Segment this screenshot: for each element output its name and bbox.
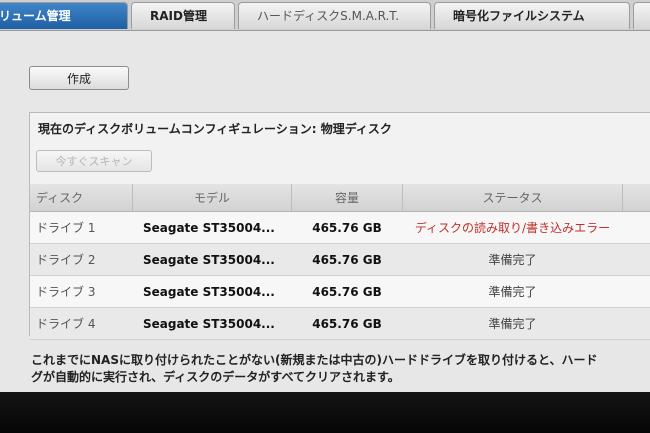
tab-label: ハードディスクS.M.A.R.T. bbox=[257, 9, 400, 23]
cell-status: 準備完了 bbox=[402, 275, 623, 308]
column-header-capacity[interactable]: 容量 bbox=[291, 184, 404, 212]
tab-label: RAID管理 bbox=[150, 9, 207, 23]
table-header-row: ディスク モデル 容量 ステータス bbox=[30, 184, 650, 212]
disk-table: ディスク モデル 容量 ステータス ドライブ 1 Seagate ST35004… bbox=[30, 184, 650, 340]
cell-disk: ドライブ 4 bbox=[30, 307, 133, 340]
cell-disk: ドライブ 1 bbox=[30, 211, 133, 244]
table-row[interactable]: ドライブ 4 Seagate ST35004... 465.76 GB 準備完了 bbox=[30, 307, 650, 340]
scan-now-button[interactable]: 今すぐスキャン bbox=[36, 150, 152, 172]
cell-spacer bbox=[622, 275, 650, 308]
cell-model: Seagate ST35004... bbox=[132, 275, 292, 308]
cell-disk: ドライブ 3 bbox=[30, 275, 133, 308]
notice-line-2: グが自動的に実行され、ディスクのデータがすべてクリアされます。 bbox=[31, 370, 400, 384]
table-row[interactable]: ドライブ 1 Seagate ST35004... 465.76 GB ディスク… bbox=[30, 211, 650, 244]
cell-spacer bbox=[622, 307, 650, 340]
cell-model: Seagate ST35004... bbox=[132, 211, 292, 244]
monitor-bezel bbox=[0, 392, 650, 433]
screen: ボリューム管理 RAID管理 ハードディスクS.M.A.R.T. 暗号化ファイル… bbox=[0, 0, 650, 392]
cell-capacity: 465.76 GB bbox=[291, 275, 403, 308]
table-row[interactable]: ドライブ 3 Seagate ST35004... 465.76 GB 準備完了 bbox=[30, 275, 650, 308]
column-header-disk[interactable]: ディスク bbox=[30, 184, 134, 212]
column-header-status[interactable]: ステータス bbox=[402, 184, 623, 212]
tab-bar: ボリューム管理 RAID管理 ハードディスクS.M.A.R.T. 暗号化ファイル… bbox=[0, 0, 650, 31]
cell-status: 準備完了 bbox=[402, 243, 623, 276]
create-button[interactable]: 作成 bbox=[29, 66, 129, 90]
notice-line-1: これまでにNASに取り付けられたことがない(新規または中古の)ハードドライブを取… bbox=[31, 353, 598, 367]
tab-label: ボリューム管理 bbox=[0, 9, 71, 23]
table-row[interactable]: ドライブ 2 Seagate ST35004... 465.76 GB 準備完了 bbox=[30, 243, 650, 276]
cell-capacity: 465.76 GB bbox=[291, 307, 403, 340]
panel-title: 現在のディスクボリュームコンフィギュレーション: 物理ディスク bbox=[38, 122, 392, 136]
disk-configuration-panel: 現在のディスクボリュームコンフィギュレーション: 物理ディスク 今すぐスキャン … bbox=[29, 112, 650, 340]
tab-volume-management[interactable]: ボリューム管理 bbox=[0, 2, 128, 29]
cell-spacer bbox=[622, 211, 650, 244]
cell-model: Seagate ST35004... bbox=[132, 243, 292, 276]
column-header-model[interactable]: モデル bbox=[132, 184, 292, 212]
tab-iscsi[interactable]: IS bbox=[633, 2, 650, 29]
tab-raid-management[interactable]: RAID管理 bbox=[131, 2, 235, 29]
cell-spacer bbox=[622, 243, 650, 276]
column-header-spacer bbox=[622, 184, 650, 212]
new-drive-notice: これまでにNASに取り付けられたことがない(新規または中古の)ハードドライブを取… bbox=[31, 352, 650, 386]
tab-encrypted-filesystem[interactable]: 暗号化ファイルシステム bbox=[434, 2, 630, 29]
cell-model: Seagate ST35004... bbox=[132, 307, 292, 340]
cell-capacity: 465.76 GB bbox=[291, 243, 403, 276]
cell-status: 準備完了 bbox=[402, 307, 623, 340]
cell-capacity: 465.76 GB bbox=[291, 211, 403, 244]
tab-hdd-smart[interactable]: ハードディスクS.M.A.R.T. bbox=[238, 2, 431, 29]
cell-disk: ドライブ 2 bbox=[30, 243, 133, 276]
tab-label: 暗号化ファイルシステム bbox=[453, 9, 585, 23]
cell-status: ディスクの読み取り/書き込みエラー bbox=[402, 211, 623, 244]
